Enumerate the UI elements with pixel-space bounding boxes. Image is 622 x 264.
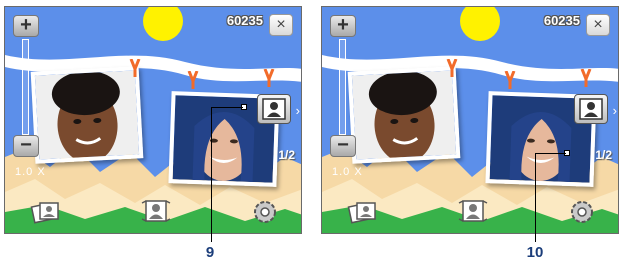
zoom-in-button[interactable]: + (330, 15, 356, 37)
close-button[interactable]: × (269, 14, 293, 36)
theme-icon[interactable] (139, 197, 173, 227)
album-icon[interactable] (346, 197, 380, 227)
zoom-slider[interactable] (339, 39, 346, 135)
clothespin-icon (187, 71, 199, 89)
callout-number: 10 (526, 244, 544, 261)
clothespin-icon (129, 59, 141, 77)
zoom-in-icon: + (20, 14, 32, 36)
clothespin-icon (580, 69, 592, 87)
callout-leader-line (535, 153, 536, 242)
zoom-out-icon: − (20, 134, 32, 156)
album-screen-right: + − 1.0 X 60235 × › 1/2 (321, 6, 619, 234)
zoom-out-button[interactable]: − (13, 135, 39, 157)
callout-leader-line (211, 107, 243, 108)
score-counter: 60235 (226, 13, 263, 28)
zoom-out-icon: − (337, 134, 349, 156)
close-button[interactable]: × (586, 14, 610, 36)
settings-icon[interactable] (248, 197, 282, 227)
zoom-out-button[interactable]: − (330, 135, 356, 157)
zoom-level-label: 1.0 X (332, 166, 363, 178)
portrait-image (351, 70, 457, 160)
frame-icon (262, 98, 286, 120)
callout-number: 9 (205, 244, 215, 261)
zoom-in-icon: + (337, 14, 349, 36)
clothespin-icon (504, 71, 516, 89)
zoom-slider[interactable] (22, 39, 29, 135)
next-photo-button[interactable]: › (613, 103, 617, 118)
clothespin-icon (263, 69, 275, 87)
page-indicator: 1/2 (278, 148, 295, 162)
score-counter: 60235 (543, 13, 580, 28)
zoom-in-button[interactable]: + (13, 15, 39, 37)
close-icon: × (276, 16, 286, 33)
zoom-level-label: 1.0 X (15, 166, 46, 178)
photo-frame-1[interactable] (30, 66, 144, 164)
page-indicator: 1/2 (595, 148, 612, 162)
callout-leader-line (535, 153, 566, 154)
frame-icon (579, 98, 603, 120)
photo-frame-1[interactable] (347, 66, 461, 164)
album-icon[interactable] (29, 197, 63, 227)
close-icon: × (593, 16, 603, 33)
next-photo-button[interactable]: › (296, 103, 300, 118)
callout-leader-line (211, 107, 212, 242)
theme-icon[interactable] (456, 197, 490, 227)
clothespin-icon (446, 59, 458, 77)
settings-icon[interactable] (565, 197, 599, 227)
album-screen-left: + − 1.0 X 60235 × › 1/2 (4, 6, 302, 234)
frame-style-button[interactable] (257, 94, 291, 124)
portrait-image (34, 70, 140, 160)
frame-style-button[interactable] (574, 94, 608, 124)
